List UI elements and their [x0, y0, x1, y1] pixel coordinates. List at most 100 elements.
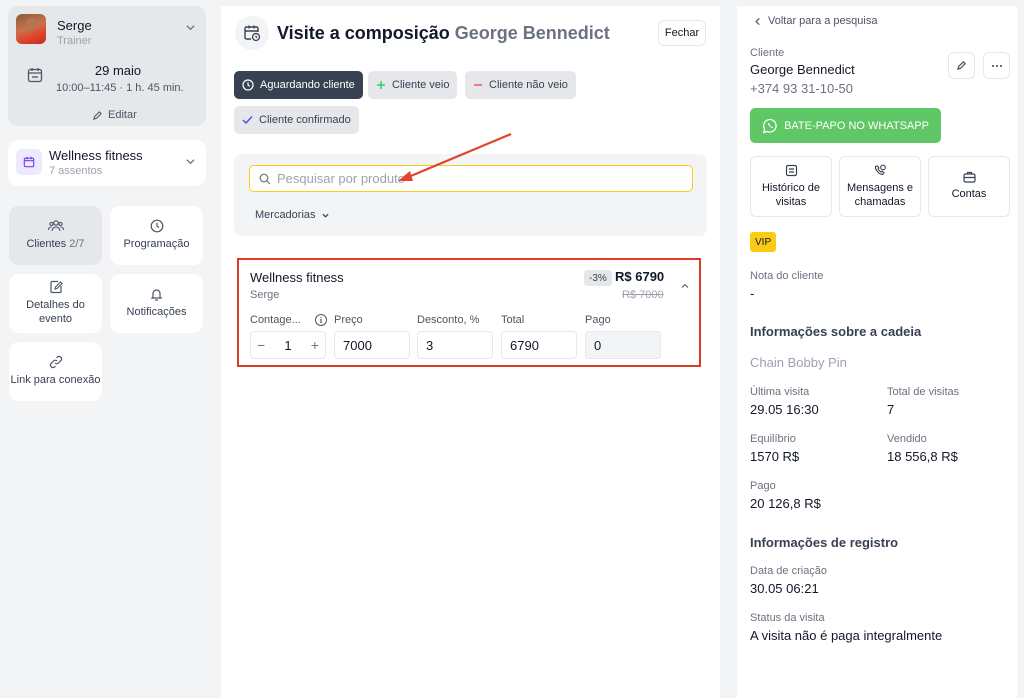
client-note-label: Nota do cliente [750, 270, 824, 282]
tab-connection-link-label: Link para conexão [10, 374, 101, 387]
paid-total-label: Pago [750, 480, 776, 492]
client-info-panel: Voltar para a pesquisa Cliente George Be… [737, 6, 1017, 698]
more-options-button[interactable] [983, 52, 1010, 79]
tab-clients-text: Clientes [26, 238, 67, 251]
discount-label: Desconto, % [417, 314, 480, 326]
page-title-text: Visite a composição [277, 23, 450, 43]
status-awaiting-client-label: Aguardando cliente [260, 79, 355, 91]
status-client-came-button[interactable]: Cliente veio [368, 71, 458, 99]
tab-clients[interactable]: Clientes 2/7 [9, 206, 102, 265]
count-label: Contage... [250, 314, 301, 326]
status-client-no-show-label: Cliente não veio [489, 79, 568, 91]
last-visit-value: 29.05 16:30 [750, 402, 819, 417]
calendar-clock-icon [235, 16, 269, 50]
status-client-confirmed-button[interactable]: Cliente confirmado [234, 106, 359, 134]
chevron-down-icon[interactable] [185, 22, 196, 33]
product-search-input[interactable] [277, 171, 677, 186]
trainer-card: Serge Trainer 29 maio 10:00–11:45 · 1 h.… [8, 6, 206, 126]
client-phone: +374 93 31-10-50 [750, 81, 854, 96]
price-field[interactable]: 7000 [334, 331, 410, 359]
page-title-client: George Bennedict [454, 23, 610, 43]
total-visits-label: Total de visitas [887, 386, 960, 398]
last-visit-label: Última visita [750, 386, 810, 398]
client-label: Cliente [750, 47, 785, 59]
total-visits-value: 7 [887, 402, 895, 417]
paid-total-value: 20 126,8 R$ [750, 496, 821, 511]
back-to-search-label: Voltar para a pesquisa [768, 15, 878, 27]
created-date-label: Data de criação [750, 565, 828, 577]
plus-icon [376, 80, 386, 90]
client-note-value: - [750, 286, 755, 301]
quantity-stepper[interactable]: − 1 + [250, 331, 326, 359]
goods-dropdown-label: Mercadorias [255, 209, 316, 221]
tab-connection-link[interactable]: Link para conexão [9, 342, 102, 401]
messages-calls-label: Mensagens e chamadas [846, 181, 914, 208]
calendar-icon [16, 149, 42, 175]
total-field[interactable]: 6790 [501, 331, 577, 359]
edit-document-icon [49, 280, 63, 294]
venue-seats: 7 assentos [49, 165, 103, 177]
edit-button[interactable]: Editar [92, 109, 137, 121]
visit-composition-panel: Visite a composição George Bennedict Fec… [221, 6, 720, 698]
paid-label: Pago [585, 314, 611, 326]
product-trainer: Serge [250, 289, 280, 301]
product-item-card: Wellness fitness Serge -3% R$ 6790 R$ 70… [237, 258, 701, 367]
vip-badge: VIP [750, 232, 777, 252]
search-icon [259, 173, 271, 185]
registration-info-title: Informações de registro [750, 535, 899, 550]
tab-schedule[interactable]: Programação [110, 206, 203, 265]
accounts-button[interactable]: Contas [928, 156, 1010, 217]
left-sidebar: Serge Trainer 29 maio 10:00–11:45 · 1 h.… [0, 0, 214, 698]
discount-field[interactable]: 3 [417, 331, 493, 359]
list-icon [785, 164, 798, 177]
venue-name: Wellness fitness [49, 148, 143, 163]
clock-icon [242, 79, 254, 91]
product-name: Wellness fitness [250, 270, 344, 285]
product-search-panel: Mercadorias [234, 154, 707, 236]
messages-calls-button[interactable]: Mensagens e chamadas [839, 156, 921, 217]
pencil-icon [956, 60, 967, 71]
whatsapp-chat-button[interactable]: BATE-PAPO NO WHATSAPP [750, 108, 941, 143]
page-title: Visite a composição George Bennedict [277, 23, 610, 44]
info-icon[interactable]: i [315, 314, 327, 326]
avatar [16, 14, 46, 44]
tab-clients-label: Clientes 2/7 [26, 238, 84, 252]
minus-icon [473, 80, 483, 90]
goods-dropdown[interactable]: Mercadorias [255, 209, 330, 221]
plus-icon[interactable]: + [311, 337, 319, 353]
product-old-price: R$ 7000 [622, 289, 664, 301]
product-price: R$ 6790 [615, 269, 665, 284]
status-awaiting-client-button[interactable]: Aguardando cliente [234, 71, 363, 99]
chevron-left-icon [754, 17, 761, 26]
product-search-box[interactable] [249, 165, 693, 192]
venue-selector[interactable]: Wellness fitness 7 assentos [8, 140, 206, 186]
chevron-down-icon [321, 211, 330, 220]
check-icon [242, 115, 253, 125]
tab-event-details[interactable]: Detalhes do evento [9, 274, 102, 333]
visit-history-button[interactable]: Histórico de visitas [750, 156, 832, 217]
edit-label: Editar [108, 109, 137, 121]
whatsapp-chat-label: BATE-PAPO NO WHATSAPP [784, 119, 929, 132]
balance-value: 1570 R$ [750, 449, 800, 464]
chevron-up-icon[interactable] [680, 281, 690, 291]
back-to-search-link[interactable]: Voltar para a pesquisa [754, 15, 877, 27]
link-icon [49, 355, 63, 369]
chain-info-title: Informações sobre a cadeia [750, 324, 922, 339]
status-client-no-show-button[interactable]: Cliente não veio [465, 71, 576, 99]
created-date-value: 30.05 06:21 [750, 581, 819, 596]
accounts-label: Contas [951, 188, 987, 201]
trainer-role: Trainer [57, 35, 92, 47]
visit-status-value: A visita não é paga integralmente [750, 628, 943, 643]
minus-icon[interactable]: − [257, 337, 265, 353]
close-button[interactable]: Fechar [658, 20, 706, 46]
edit-client-button[interactable] [948, 52, 975, 79]
tab-notifications[interactable]: Notificações [110, 274, 203, 333]
client-name: George Bennedict [750, 62, 855, 77]
status-client-came-label: Cliente veio [392, 79, 450, 91]
paid-field: 0 [585, 331, 661, 359]
visit-status-label: Status da visita [750, 612, 825, 624]
total-label: Total [501, 314, 525, 326]
more-icon [991, 64, 1003, 68]
discount-badge: -3% [584, 270, 612, 286]
tab-notifications-label: Notificações [126, 306, 187, 319]
